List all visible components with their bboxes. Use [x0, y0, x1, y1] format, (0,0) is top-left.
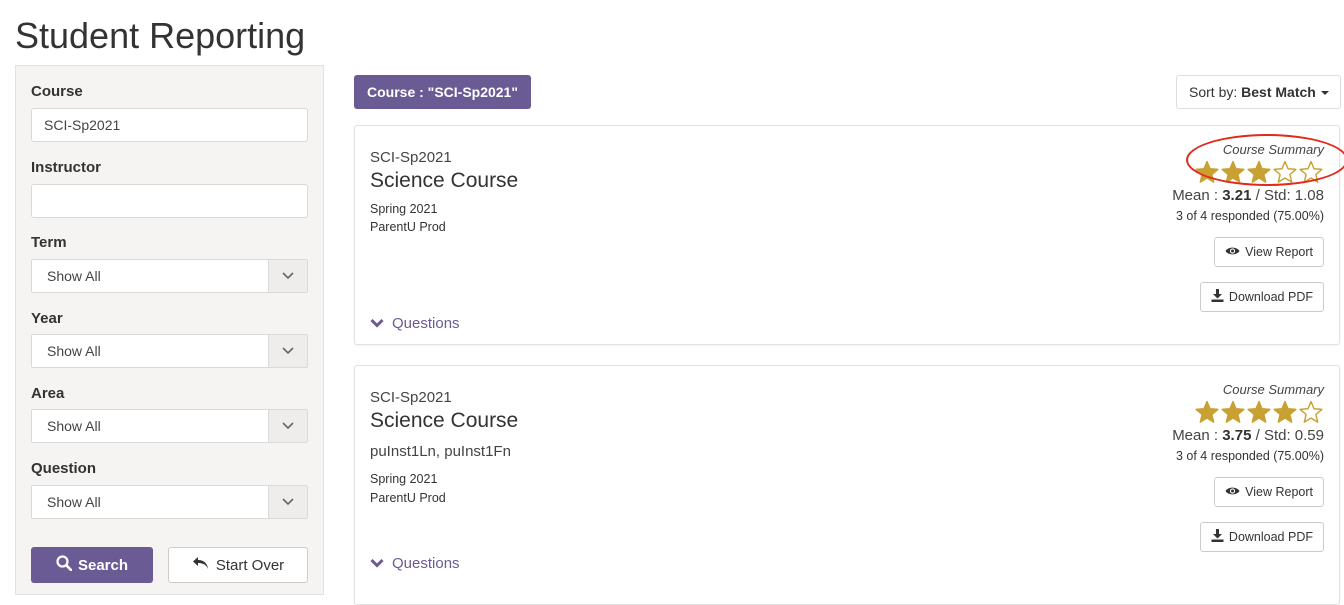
sort-value: Best Match	[1241, 84, 1316, 100]
course-org: ParentU Prod	[370, 491, 446, 505]
std-value: 1.08	[1294, 187, 1324, 204]
search-icon	[56, 555, 73, 575]
view-report-button[interactable]: View Report	[1214, 477, 1324, 507]
instructor-input[interactable]	[31, 184, 308, 218]
star-rating	[1172, 400, 1324, 424]
course-term: Spring 2021	[370, 202, 438, 216]
star-icon	[1299, 160, 1323, 183]
std-label: Std:	[1263, 187, 1291, 204]
download-pdf-label: Download PDF	[1228, 530, 1313, 544]
caret-down-icon	[1320, 91, 1329, 96]
course-code: SCI-Sp2021	[370, 149, 452, 166]
chevron-down-icon[interactable]	[268, 410, 307, 442]
questions-label: Questions	[392, 555, 460, 572]
download-pdf-label: Download PDF	[1228, 290, 1313, 304]
course-name: Science Course	[370, 169, 519, 192]
mean-label: Mean :	[1172, 427, 1219, 444]
chevron-down-icon[interactable]	[268, 260, 307, 292]
view-report-label: View Report	[1245, 245, 1313, 259]
view-report-button[interactable]: View Report	[1214, 237, 1324, 267]
download-icon	[1211, 289, 1224, 305]
course-label: Course	[31, 83, 83, 100]
mean-std-stats: Mean : 3.21 / Std: 1.08	[1172, 187, 1324, 204]
star-icon	[1273, 160, 1297, 183]
term-select-value: Show All	[47, 268, 101, 284]
area-select-value: Show All	[47, 418, 101, 434]
std-value: 0.59	[1294, 427, 1324, 444]
chevron-down-icon[interactable]	[268, 335, 307, 367]
course-summary: Course Summary Mean : 3.21 / Std: 1.08 3…	[1172, 142, 1324, 223]
mean-std-stats: Mean : 3.75 / Std: 0.59	[1172, 427, 1324, 444]
questions-toggle[interactable]: Questions	[370, 315, 460, 332]
download-pdf-button[interactable]: Download PDF	[1199, 282, 1324, 312]
star-icon	[1247, 400, 1271, 423]
course-instructors: puInst1Ln, puInst1Fn	[370, 443, 511, 460]
view-report-label: View Report	[1245, 485, 1313, 499]
star-icon	[1195, 160, 1219, 183]
page-title: Student Reporting	[15, 15, 306, 56]
search-button-label: Search	[77, 556, 129, 574]
year-select-value: Show All	[47, 343, 101, 359]
questions-toggle[interactable]: Questions	[370, 555, 460, 572]
year-label: Year	[31, 310, 63, 327]
std-label: Std:	[1263, 427, 1291, 444]
download-icon	[1211, 529, 1224, 545]
mean-label: Mean :	[1172, 187, 1219, 204]
chevron-down-icon	[370, 555, 384, 572]
sort-prefix: Sort by:	[1189, 84, 1238, 100]
download-pdf-button[interactable]: Download PDF	[1199, 522, 1324, 552]
course-card: SCI-Sp2021 Science Course puInst1Ln, puI…	[354, 365, 1340, 605]
area-select[interactable]: Show All	[31, 409, 308, 443]
start-over-button[interactable]: Start Over	[168, 547, 308, 583]
course-card: SCI-Sp2021 Science Course Spring 2021 Pa…	[354, 125, 1340, 345]
course-org: ParentU Prod	[370, 220, 446, 234]
start-over-label: Start Over	[215, 556, 285, 574]
course-name: Science Course	[370, 409, 519, 432]
course-summary-label: Course Summary	[1222, 382, 1324, 397]
area-label: Area	[31, 385, 65, 402]
chevron-down-icon[interactable]	[268, 486, 307, 518]
stats-separator: /	[1255, 187, 1264, 204]
filter-sidebar: Course Instructor Term Show All Year Sho…	[15, 65, 324, 595]
sort-dropdown[interactable]: Sort by: Best Match	[1176, 75, 1341, 109]
term-label: Term	[31, 234, 67, 251]
term-select[interactable]: Show All	[31, 259, 308, 293]
star-icon	[1273, 400, 1297, 423]
response-rate: 3 of 4 responded (75.00%)	[1175, 449, 1324, 463]
course-summary-label: Course Summary	[1222, 142, 1324, 157]
search-button[interactable]: Search	[31, 547, 153, 583]
star-icon	[1195, 400, 1219, 423]
star-icon	[1221, 160, 1245, 183]
chevron-down-icon	[370, 315, 384, 332]
mean-value: 3.21	[1222, 187, 1252, 204]
question-select[interactable]: Show All	[31, 485, 308, 519]
star-rating	[1172, 160, 1324, 184]
course-input[interactable]	[31, 108, 308, 142]
response-rate: 3 of 4 responded (75.00%)	[1175, 209, 1324, 223]
star-icon	[1221, 400, 1245, 423]
undo-icon	[192, 556, 210, 574]
question-select-value: Show All	[47, 494, 101, 510]
course-summary: Course Summary Mean : 3.75 / Std: 0.59 3…	[1172, 382, 1324, 463]
eye-icon	[1225, 485, 1240, 499]
question-label: Question	[31, 460, 97, 477]
course-term: Spring 2021	[370, 472, 438, 486]
course-code: SCI-Sp2021	[370, 389, 452, 406]
star-icon	[1247, 160, 1271, 183]
mean-value: 3.75	[1222, 427, 1252, 444]
stats-separator: /	[1255, 427, 1264, 444]
year-select[interactable]: Show All	[31, 334, 308, 368]
eye-icon	[1225, 245, 1240, 259]
course-filter-chip[interactable]: Course : "SCI-Sp2021"	[354, 75, 531, 109]
questions-label: Questions	[392, 315, 460, 332]
instructor-label: Instructor	[31, 159, 102, 176]
star-icon	[1299, 400, 1323, 423]
